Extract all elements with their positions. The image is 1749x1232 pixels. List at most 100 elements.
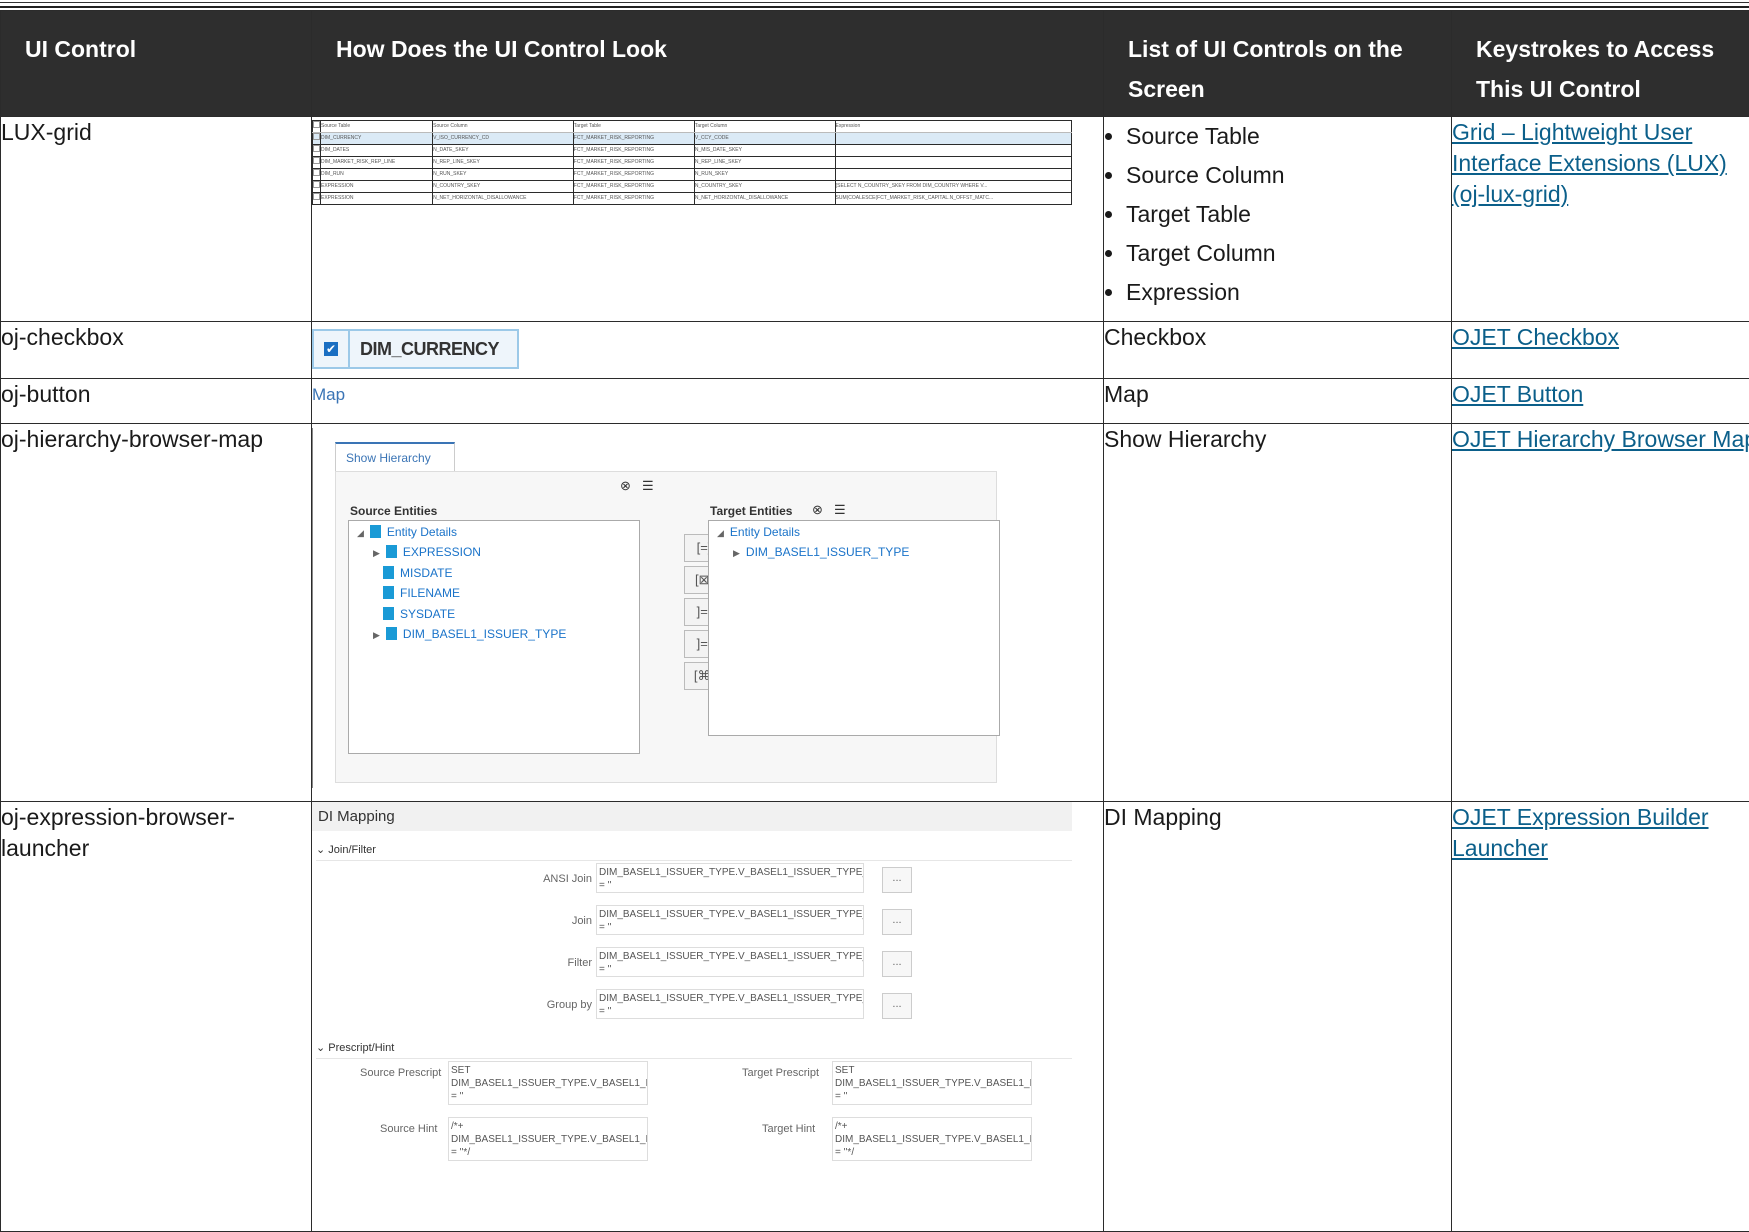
control-name: oj-hierarchy-browser-map <box>1 424 312 802</box>
doc-link[interactable]: OJET Checkbox <box>1452 324 1619 350</box>
node-label: MISDATE <box>400 566 452 580</box>
list-icon[interactable]: ☰ <box>642 478 654 494</box>
expression-field[interactable]: DIM_BASEL1_ISSUER_TYPE.V_BASEL1_ISSUER_T… <box>596 989 864 1019</box>
grid-cell: N_REP_LINE_SKEY <box>694 157 835 169</box>
expression-launcher-button[interactable]: ... <box>882 867 912 893</box>
expanded-icon[interactable]: ◢ <box>717 528 724 539</box>
doc-link[interactable]: OJET Expression Builder Launcher <box>1452 804 1709 861</box>
field-label: ANSI Join <box>543 873 592 885</box>
source-prescript-field[interactable]: SET DIM_BASEL1_ISSUER_TYPE.V_BASEL1_ISSU… <box>448 1061 648 1105</box>
top-rule <box>0 2 1749 3</box>
top-rule-thick <box>0 6 1749 8</box>
grid-row[interactable]: DIM_MARKET_RISK_REP_LINEN_REP_LINE_SKEYF… <box>313 157 1072 169</box>
grid-cell: N_COUNTRY_SKEY <box>433 181 574 193</box>
list-icon[interactable]: ☰ <box>834 502 846 518</box>
expression-launcher-button[interactable]: ... <box>882 951 912 977</box>
expression-field[interactable]: DIM_BASEL1_ISSUER_TYPE.V_BASEL1_ISSUER_T… <box>596 905 864 935</box>
doc-link[interactable]: OJET Button <box>1452 381 1583 407</box>
document-icon <box>370 525 381 538</box>
field-label: Target Prescript <box>742 1067 819 1079</box>
button-sample-cell: Map <box>312 379 1104 424</box>
chevron-down-icon[interactable]: ⌄ <box>316 1042 328 1054</box>
row-checkbox[interactable] <box>313 193 321 205</box>
tree-node[interactable]: FILENAME <box>383 586 460 600</box>
target-hint-field[interactable]: /*+ DIM_BASEL1_ISSUER_TYPE.V_BASEL1_ISSU… <box>832 1117 1032 1161</box>
expression-launcher-button[interactable]: ... <box>882 993 912 1019</box>
control-name: LUX-grid <box>1 117 312 322</box>
grid-cell: Target Table <box>573 121 694 133</box>
tree-node[interactable]: SYSDATE <box>383 607 455 621</box>
collapsed-icon[interactable]: ▶ <box>373 630 380 641</box>
section-label: Prescript/Hint <box>328 1042 394 1054</box>
node-label: FILENAME <box>400 586 460 600</box>
collapsed-icon[interactable]: ▶ <box>733 548 740 559</box>
control-name: oj-expression-browser-launcher <box>1 802 312 1232</box>
list-item: Target Column <box>1126 234 1451 273</box>
grid-row[interactable]: DIM_RUNN_RUN_SKEYFCT_MARKET_RISK_REPORTI… <box>313 169 1072 181</box>
source-entities-label: Source Entities <box>350 504 437 518</box>
control-list: Show Hierarchy <box>1104 424 1452 802</box>
grid-cell <box>835 145 1072 157</box>
row-checkbox[interactable] <box>313 145 321 157</box>
tree-node[interactable]: ▶ DIM_BASEL1_ISSUER_TYPE <box>733 545 909 559</box>
target-tree[interactable]: ◢Entity Details ▶ DIM_BASEL1_ISSUER_TYPE <box>708 520 1000 736</box>
collapsed-icon[interactable]: ▶ <box>373 548 380 559</box>
grid-header-row[interactable]: Source TableSource ColumnTarget TableTar… <box>313 121 1072 133</box>
source-tree[interactable]: ◢Entity Details ▶EXPRESSION MISDATE FILE… <box>348 520 640 754</box>
tab-show-hierarchy[interactable]: Show Hierarchy <box>335 442 455 472</box>
di-mapping-title: DI Mapping <box>312 802 1072 831</box>
expression-row: ANSI Join DIM_BASEL1_ISSUER_TYPE.V_BASEL1… <box>312 861 1072 903</box>
grid-cell: FCT_MARKET_RISK_REPORTING <box>573 181 694 193</box>
grid-row[interactable]: EXPRESSIONN_COUNTRY_SKEYFCT_MARKET_RISK_… <box>313 181 1072 193</box>
document-icon <box>386 545 397 558</box>
node-label: DIM_BASEL1_ISSUER_TYPE <box>746 545 909 559</box>
field-label: Filter <box>568 957 592 969</box>
expression-field[interactable]: DIM_BASEL1_ISSUER_TYPE.V_BASEL1_ISSUER_T… <box>596 863 864 893</box>
checkbox-sample[interactable]: ✔ DIM_CURRENCY <box>312 329 519 369</box>
expanded-icon[interactable]: ◢ <box>357 528 364 539</box>
table-row: oj-checkbox ✔ DIM_CURRENCY Checkbox OJET… <box>1 322 1749 379</box>
tree-node[interactable]: ▶ DIM_BASEL1_ISSUER_TYPE <box>373 627 566 641</box>
lux-grid: Source TableSource ColumnTarget TableTar… <box>312 120 1072 205</box>
doc-link[interactable]: OJET Hierarchy Browser Map <box>1452 426 1749 452</box>
doc-link[interactable]: Grid – Lightweight User Interface Extens… <box>1452 119 1727 207</box>
close-circle-icon[interactable]: ⊗ <box>812 502 823 518</box>
grid-row[interactable]: DIM_DATESN_DATE_SKEYFCT_MARKET_RISK_REPO… <box>313 145 1072 157</box>
expression-row: Group byDIM_BASEL1_ISSUER_TYPE.V_BASEL1_… <box>312 987 1072 1029</box>
table-row: oj-button Map Map OJET Button <box>1 379 1749 424</box>
tree-node[interactable]: MISDATE <box>383 566 452 580</box>
control-bullets: Source TableSource ColumnTarget TableTar… <box>1104 117 1451 312</box>
tree-node[interactable]: ◢Entity Details <box>717 525 800 539</box>
doc-link-cell: Grid – Lightweight User Interface Extens… <box>1452 117 1749 322</box>
source-hint-field[interactable]: /*+ DIM_BASEL1_ISSUER_TYPE.V_BASEL1_ISSU… <box>448 1117 648 1161</box>
row-checkbox[interactable] <box>313 157 321 169</box>
close-circle-icon[interactable]: ⊗ <box>620 478 631 494</box>
row-checkbox[interactable] <box>313 181 321 193</box>
node-label: DIM_BASEL1_ISSUER_TYPE <box>403 627 566 641</box>
document-icon <box>386 627 397 640</box>
expression-launcher-button[interactable]: ... <box>882 909 912 935</box>
document-icon <box>383 607 394 620</box>
grid-row[interactable]: EXPRESSIONN_NET_HORIZONTAL_DISALLOWANCEF… <box>313 193 1072 205</box>
checkbox-sample-cell: ✔ DIM_CURRENCY <box>312 322 1104 379</box>
target-prescript-field[interactable]: SET DIM_BASEL1_ISSUER_TYPE.V_BASEL1_ISSU… <box>832 1061 1032 1105</box>
grid-cell: FCT_MARKET_RISK_REPORTING <box>573 169 694 181</box>
grid-cell: Expression <box>835 121 1072 133</box>
tree-node[interactable]: ▶EXPRESSION <box>373 545 481 559</box>
tree-node[interactable]: ◢Entity Details <box>357 525 457 539</box>
header-ui-control: UI Control <box>1 11 312 117</box>
chevron-down-icon[interactable]: ⌄ <box>316 844 328 856</box>
grid-cell: FCT_MARKET_RISK_REPORTING <box>573 145 694 157</box>
join-filter-section[interactable]: ⌄ Join/Filter <box>316 843 1072 861</box>
row-checkbox[interactable] <box>313 169 321 181</box>
map-button[interactable]: Map <box>312 385 345 405</box>
expression-field[interactable]: DIM_BASEL1_ISSUER_TYPE.V_BASEL1_ISSUER_T… <box>596 947 864 977</box>
grid-cell: N_REP_LINE_SKEY <box>433 157 574 169</box>
expression-sample-cell: DI Mapping ⌄ Join/Filter ANSI Join DIM_BA… <box>312 802 1104 1232</box>
checkbox-checked-icon[interactable]: ✔ <box>324 342 338 356</box>
row-checkbox[interactable] <box>313 121 321 133</box>
grid-row[interactable]: DIM_CURRENCYV_ISO_CURRENCY_CDFCT_MARKET_… <box>313 133 1072 145</box>
row-checkbox[interactable] <box>313 133 321 145</box>
grid-cell: DIM_CURRENCY <box>321 133 433 145</box>
prescript-hint-section[interactable]: ⌄ Prescript/Hint <box>316 1041 1072 1059</box>
